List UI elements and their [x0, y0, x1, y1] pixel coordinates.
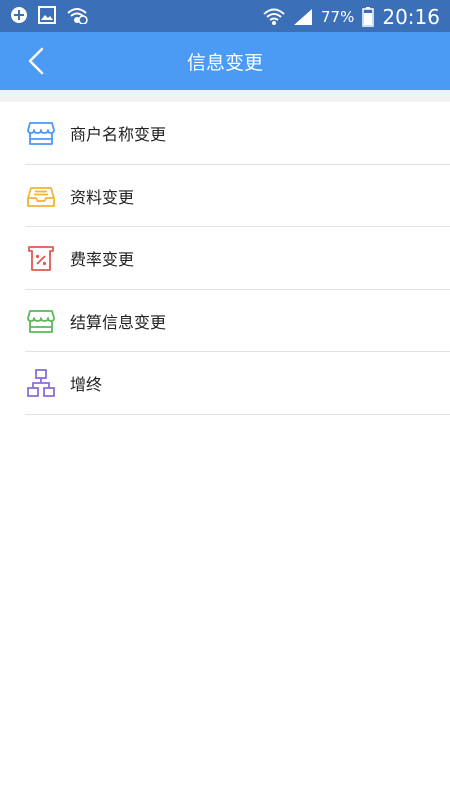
status-left-icons [10, 6, 88, 24]
clock: 20:16 [382, 5, 440, 29]
wifi-icon [263, 8, 285, 25]
image-icon [38, 6, 56, 24]
menu-item-label: 资料变更 [70, 187, 135, 207]
menu-item-label: 商户名称变更 [70, 125, 167, 145]
menu-item-label: 费率变更 [70, 250, 135, 270]
menu-item-add-terminal[interactable]: 增终 [0, 352, 450, 415]
menu-item-info-change[interactable]: 资料变更 [0, 165, 450, 227]
inbox-tray-icon [27, 186, 55, 207]
menu-item-label: 增终 [70, 375, 103, 395]
menu-item-rate-change[interactable]: 费率变更 [0, 227, 450, 290]
store-icon [27, 309, 55, 333]
signal-icon [294, 9, 313, 25]
menu-item-merchant-name[interactable]: 商户名称变更 [0, 102, 450, 165]
page-title: 信息变更 [186, 52, 263, 74]
status-right: 77% 20:16 [263, 5, 440, 29]
store-icon [27, 122, 55, 146]
wifi-question-icon [67, 8, 88, 24]
section-gap [0, 90, 450, 102]
add-circle-icon [11, 7, 27, 23]
org-tree-icon [27, 369, 55, 398]
divider [25, 413, 450, 415]
menu-item-settlement-change[interactable]: 结算信息变更 [0, 290, 450, 352]
status-bar: 77% 20:16 [0, 0, 450, 32]
battery-percent: 77% [321, 8, 355, 26]
menu-list: 商户名称变更 资料变更 费率变更 结算信息变更 增终 [0, 102, 450, 415]
battery-icon [362, 7, 375, 27]
menu-item-label: 结算信息变更 [70, 312, 167, 332]
percent-receipt-icon [28, 246, 54, 272]
app-bar: 信息变更 [0, 32, 450, 90]
